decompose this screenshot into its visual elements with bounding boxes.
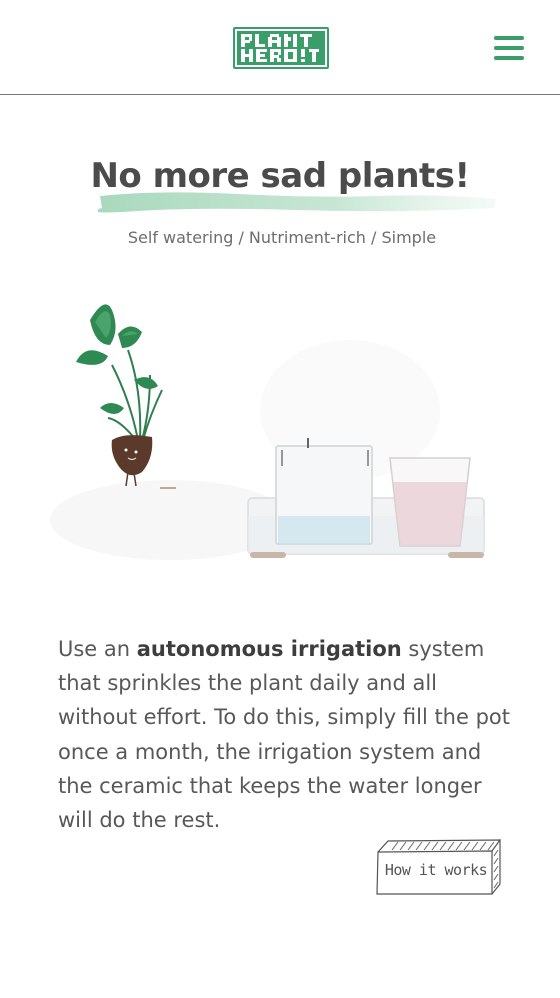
product-illustration <box>50 304 485 560</box>
plant-icon <box>76 304 176 489</box>
plant-hero-logo[interactable] <box>233 27 329 69</box>
description-suffix: system that sprinkles the plant daily an… <box>58 637 511 833</box>
hero-heading: No more sad plants! <box>0 150 560 220</box>
hamburger-menu-icon[interactable] <box>494 36 524 60</box>
description-prefix: Use an <box>58 637 137 661</box>
site-header <box>0 0 560 95</box>
glass-icon <box>389 457 471 547</box>
reservoir-pot-icon <box>275 438 373 545</box>
page-title: No more sad plants! <box>90 156 470 196</box>
description-highlight: autonomous irrigation <box>136 637 402 661</box>
description-paragraph: Use an autonomous irrigation system that… <box>58 632 518 837</box>
how-it-works-button[interactable]: How it works <box>374 838 504 896</box>
how-it-works-label: How it works <box>384 861 488 879</box>
page-subtitle: Self watering / Nutriment-rich / Simple <box>127 228 437 247</box>
